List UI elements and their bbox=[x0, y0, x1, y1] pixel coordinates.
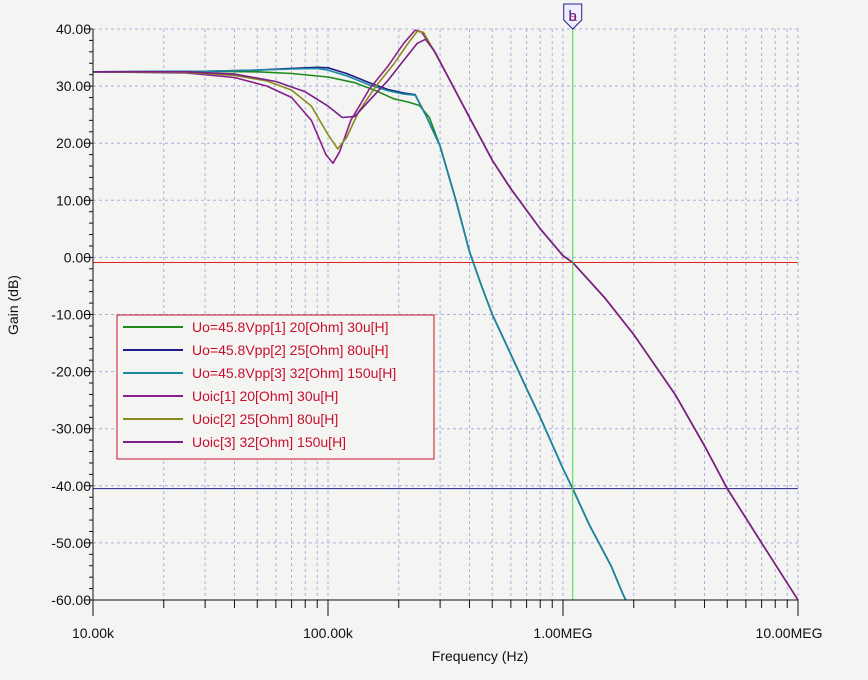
bode-plot-window: ba 40.00 30.00 20.00 10.00 0.00 -10.00 -20.00-… bbox=[0, 0, 868, 675]
x-tick-label: 100.00k bbox=[303, 625, 354, 641]
y-tick-label: -10.00 bbox=[51, 307, 91, 323]
x-tick-label: 10.00k bbox=[72, 625, 115, 641]
legend[interactable]: Uo=45.8Vpp[1] 20[Ohm] 30u[H] Uo=45.8Vpp[2… bbox=[116, 314, 435, 460]
y-tick-label: 30.00 bbox=[56, 78, 91, 94]
x-axis-title: Frequency (Hz) bbox=[432, 648, 528, 664]
y-tick-label: -20.00 bbox=[51, 364, 91, 380]
x-tick-label: 1.00MEG bbox=[533, 625, 592, 641]
legend-label-6: Uoic[3] 32[Ohm] 150u[H] bbox=[192, 434, 346, 450]
legend-label-3: Uo=45.8Vpp[3] 32[Ohm] 150u[H] bbox=[192, 365, 396, 381]
y-tick-label: -50.00 bbox=[51, 535, 91, 551]
y-axis-title: Gain (dB) bbox=[5, 275, 21, 335]
cursor-label-a: a bbox=[569, 8, 578, 25]
y-tick-label: 0.00 bbox=[64, 249, 91, 265]
legend-label-2: Uo=45.8Vpp[2] 25[Ohm] 80u[H] bbox=[192, 342, 389, 358]
y-tick-label: 40.00 bbox=[56, 21, 91, 37]
y-tick-label: 20.00 bbox=[56, 135, 91, 151]
gain-chart: ba 40.0030.0020.0010.000.00-10.00-20.00-… bbox=[5, 3, 823, 664]
legend-label-1: Uo=45.8Vpp[1] 20[Ohm] 30u[H] bbox=[192, 319, 389, 335]
y-tick-label: -30.00 bbox=[51, 421, 91, 437]
x-tick-label: 10.00MEG bbox=[756, 625, 823, 641]
legend-label-5: Uoic[2] 25[Ohm] 80u[H] bbox=[192, 411, 338, 427]
y-tick-label: -40.00 bbox=[51, 478, 91, 494]
legend-label-4: Uoic[1] 20[Ohm] 30u[H] bbox=[192, 388, 338, 404]
y-tick-label: -60.00 bbox=[51, 592, 91, 608]
y-tick-label: 10.00 bbox=[56, 192, 91, 208]
